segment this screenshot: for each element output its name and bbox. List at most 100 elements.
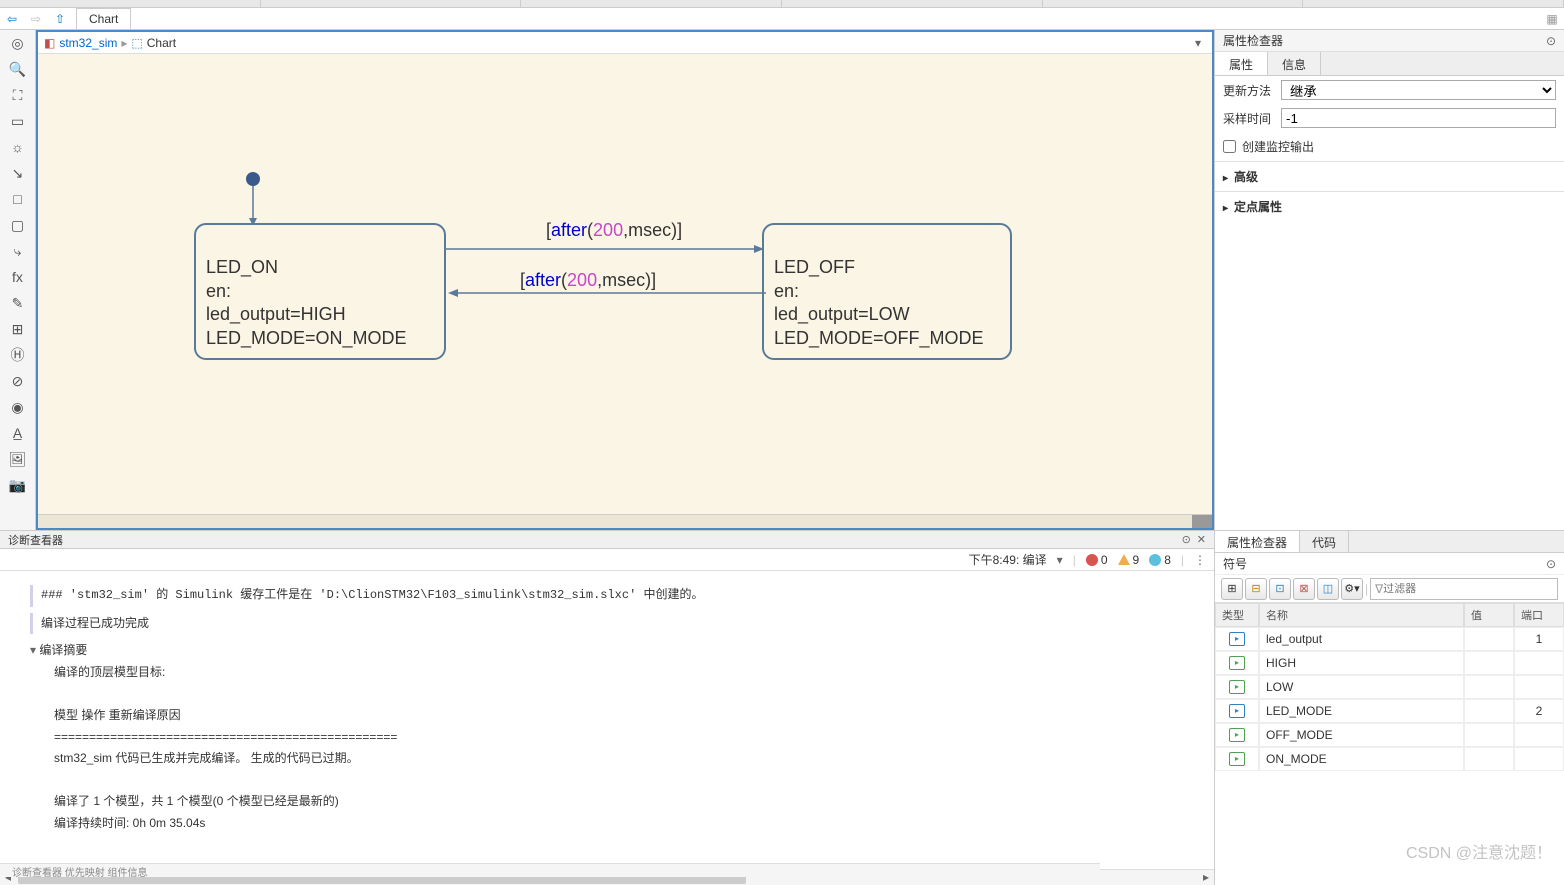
tab-info[interactable]: 信息 (1268, 52, 1321, 75)
table-row[interactable]: ▸led_output1 (1215, 627, 1564, 651)
sample-time-input[interactable] (1281, 108, 1556, 128)
table-icon[interactable]: ⊞ (0, 316, 35, 342)
scroll-handle[interactable] (1192, 515, 1212, 528)
breadcrumb-chart[interactable]: Chart (147, 36, 176, 50)
forward-button[interactable]: ⇨ (24, 9, 48, 29)
rounded-icon[interactable]: ▢ (0, 212, 35, 238)
section-advanced[interactable]: 高级 (1215, 161, 1564, 191)
sym-btn-3[interactable]: ⊡ (1269, 578, 1291, 600)
diag-body[interactable]: ### 'stm32_sim' 的 Simulink 缓存工件是在 'D:\Cl… (0, 571, 1214, 869)
diag-menu-icon[interactable]: ⋮ (1194, 553, 1206, 567)
breadcrumb: ◧ stm32_sim ▸ ⬚ Chart ▾ (38, 32, 1212, 54)
col-name[interactable]: 名称 (1259, 603, 1464, 627)
property-inspector: 属性检查器 ⊙ 属性 信息 更新方法 继承 采样时间 创建监控输出 高级 定点属… (1214, 30, 1564, 530)
symbols-collapse-icon[interactable]: ⊙ (1546, 557, 1556, 571)
fit-icon[interactable]: ⛶ (0, 82, 35, 108)
symbol-type-icon: ▸ (1229, 656, 1245, 670)
breadcrumb-model[interactable]: stm32_sim (59, 36, 117, 50)
up-button[interactable]: ⇧ (48, 9, 72, 29)
junction-icon[interactable]: ⤷ (0, 238, 35, 264)
monitor-output-label: 创建监控输出 (1242, 138, 1314, 155)
transition-on-to-off[interactable] (446, 244, 766, 254)
left-toolbar: ◎ 🔍 ⛶ ▭ ☼ ↘ □ ▢ ⤷ fx ✎ ⊞ Ⓗ ⊘ ◉ A̲ 🖼 📷 (0, 30, 36, 530)
box-icon[interactable]: □ (0, 186, 35, 212)
cancel-icon[interactable]: ⊘ (0, 368, 35, 394)
symbol-value (1464, 651, 1514, 675)
sym-btn-5[interactable]: ◫ (1317, 578, 1339, 600)
chevron-right-icon: ▸ (121, 36, 127, 50)
symbol-value (1464, 675, 1514, 699)
diag-time: 下午8:49: 编译 (969, 551, 1047, 568)
camera-icon[interactable]: 📷 (0, 472, 35, 498)
chart-tab[interactable]: Chart (76, 8, 131, 29)
sym-btn-1[interactable]: ⊞ (1221, 578, 1243, 600)
history-icon[interactable]: Ⓗ (0, 342, 35, 368)
symbol-port (1514, 651, 1564, 675)
update-method-label: 更新方法 (1223, 82, 1273, 99)
symbol-type-icon: ▸ (1229, 632, 1245, 646)
record-icon[interactable]: ◉ (0, 394, 35, 420)
text-icon[interactable]: A̲ (0, 420, 35, 446)
monitor-output-checkbox[interactable] (1223, 140, 1236, 153)
target-icon[interactable]: ◎ (0, 30, 35, 56)
warning-badge[interactable]: 9 (1118, 553, 1140, 567)
footer-tabs[interactable]: 诊断查看器 优先映射 组件信息 (0, 863, 1100, 877)
symbols-filter-input[interactable] (1383, 583, 1553, 595)
col-value[interactable]: 值 (1464, 603, 1514, 627)
table-row[interactable]: ▸HIGH (1215, 651, 1564, 675)
table-row[interactable]: ▸ON_MODE (1215, 747, 1564, 771)
section-fixed-point[interactable]: 定点属性 (1215, 191, 1564, 221)
info-badge[interactable]: 8 (1149, 553, 1171, 567)
stateflow-canvas[interactable]: LED_ON en: led_output=HIGH LED_MODE=ON_M… (38, 54, 1212, 514)
breadcrumb-dropdown[interactable]: ▾ (1190, 36, 1206, 50)
table-row[interactable]: ▸LOW (1215, 675, 1564, 699)
diag-line-1: ### 'stm32_sim' 的 Simulink 缓存工件是在 'D:\Cl… (30, 585, 1184, 607)
menu-bar (0, 0, 1564, 8)
image-icon[interactable]: 🖼 (0, 446, 35, 472)
inspector-title: 属性检查器 (1223, 32, 1283, 49)
diag-close-icon[interactable]: ✕ (1197, 533, 1206, 546)
symbol-port (1514, 675, 1564, 699)
symbol-value (1464, 723, 1514, 747)
diag-line-2: 编译过程已成功完成 (30, 613, 1184, 635)
table-row[interactable]: ▸OFF_MODE (1215, 723, 1564, 747)
col-port[interactable]: 端口 (1514, 603, 1564, 627)
update-method-select[interactable]: 继承 (1281, 80, 1556, 100)
symbols-table: 类型 名称 值 端口 (1215, 603, 1564, 627)
back-button[interactable]: ⇦ (0, 9, 24, 29)
error-badge[interactable]: 0 (1086, 553, 1108, 567)
state-led-on[interactable]: LED_ON en: led_output=HIGH LED_MODE=ON_M… (194, 223, 446, 360)
sym-btn-6[interactable]: ⚙▾ (1341, 578, 1363, 600)
tab-inspector2[interactable]: 属性检查器 (1215, 531, 1300, 552)
table-row[interactable]: ▸LED_MODE2 (1215, 699, 1564, 723)
brush-icon[interactable]: ✎ (0, 290, 35, 316)
collapse-icon[interactable]: ⊙ (1546, 34, 1556, 48)
diag-minimize-icon[interactable]: ⊙ (1182, 533, 1191, 546)
symbol-name: LOW (1259, 675, 1464, 699)
dock-icon[interactable]: ▦ (1540, 12, 1564, 26)
symbol-value (1464, 627, 1514, 651)
diag-time-dropdown[interactable]: ▾ (1057, 553, 1063, 567)
canvas-footer (38, 514, 1212, 528)
diagnostic-viewer: 诊断查看器 ⊙ ✕ 下午8:49: 编译 ▾ | 0 9 8 | ⋮ ### '… (0, 531, 1214, 885)
tab-code[interactable]: 代码 (1300, 531, 1349, 552)
sym-btn-4[interactable]: ⊠ (1293, 578, 1315, 600)
sym-btn-2[interactable]: ⊟ (1245, 578, 1267, 600)
state-led-off[interactable]: LED_OFF en: led_output=LOW LED_MODE=OFF_… (762, 223, 1012, 360)
symbols-toolbar: ⊞ ⊟ ⊡ ⊠ ◫ ⚙▾ | ∇ (1215, 575, 1564, 603)
symbol-name: led_output (1259, 627, 1464, 651)
diag-summary-toggle[interactable]: 编译摘要 (30, 640, 1184, 662)
transition-label-2[interactable]: [after(200,msec)] (520, 270, 656, 291)
rect-icon[interactable]: ▭ (0, 108, 35, 134)
arrow-icon[interactable]: ↘ (0, 160, 35, 186)
tab-properties[interactable]: 属性 (1215, 52, 1268, 75)
zoom-in-icon[interactable]: 🔍 (0, 56, 35, 82)
col-type[interactable]: 类型 (1215, 603, 1259, 627)
filter-icon: ∇ (1375, 582, 1383, 596)
sun-icon[interactable]: ☼ (0, 134, 35, 160)
initial-transition-dot[interactable] (246, 172, 260, 186)
function-icon[interactable]: fx (0, 264, 35, 290)
sample-time-label: 采样时间 (1223, 110, 1273, 127)
symbol-value (1464, 699, 1514, 723)
transition-label-1[interactable]: [after(200,msec)] (546, 220, 682, 241)
